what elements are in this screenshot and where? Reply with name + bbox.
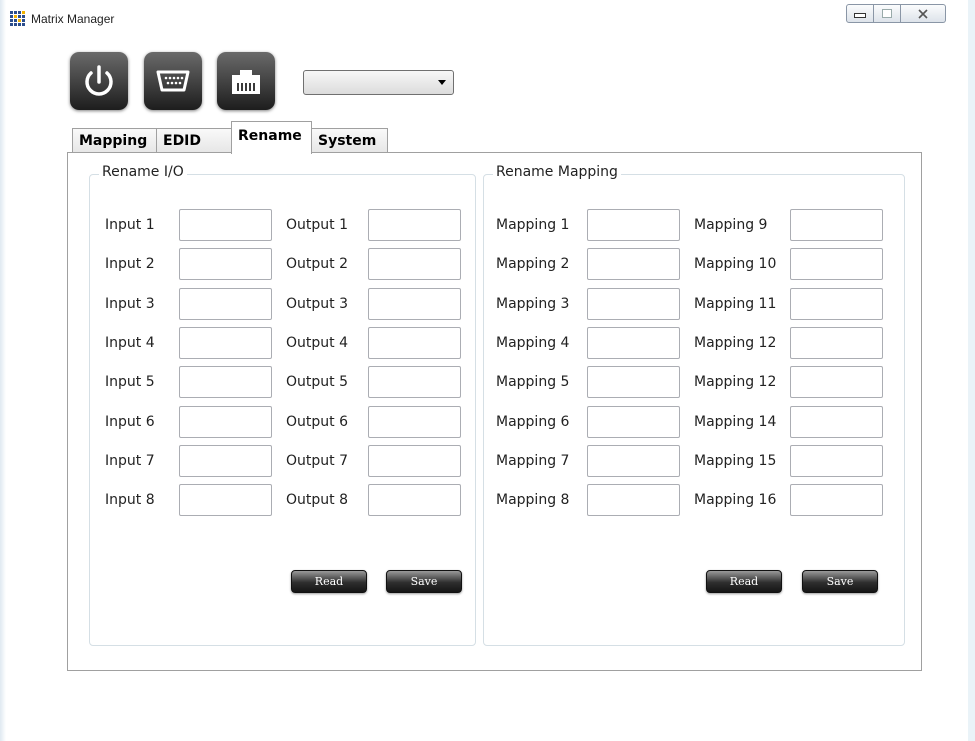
window-edge bbox=[0, 0, 6, 741]
minimize-icon bbox=[854, 13, 866, 18]
mapping-name-field[interactable] bbox=[790, 406, 883, 438]
matrix-grid-icon bbox=[10, 11, 25, 26]
output-name-field[interactable] bbox=[368, 288, 461, 320]
tab-system-label: System bbox=[318, 133, 377, 149]
mapping-name-field[interactable] bbox=[587, 327, 680, 359]
close-button[interactable] bbox=[901, 4, 946, 23]
input-name-label: Input 7 bbox=[105, 453, 155, 469]
mapping-name-label: Mapping 1 bbox=[496, 217, 570, 233]
tab-rename-label: Rename bbox=[238, 128, 302, 144]
input-name-field[interactable] bbox=[179, 209, 272, 241]
title-bar[interactable]: Matrix Manager bbox=[0, 0, 968, 34]
rename-io-save-button[interactable]: Save bbox=[386, 570, 462, 593]
maximize-icon bbox=[882, 9, 892, 18]
output-name-field[interactable] bbox=[368, 406, 461, 438]
input-name-label: Input 5 bbox=[105, 374, 155, 390]
mapping-name-label: Mapping 14 bbox=[694, 414, 777, 430]
app-window: Matrix Manager Mapping EDID Rename Syste… bbox=[0, 0, 968, 741]
output-name-label: Output 6 bbox=[286, 414, 348, 430]
mapping-name-label: Mapping 2 bbox=[496, 256, 570, 272]
mapping-name-field[interactable] bbox=[790, 288, 883, 320]
mapping-name-field[interactable] bbox=[790, 248, 883, 280]
tab-edid[interactable]: EDID bbox=[156, 128, 232, 153]
rename-io-read-button[interactable]: Read bbox=[291, 570, 367, 593]
output-name-label: Output 7 bbox=[286, 453, 348, 469]
mapping-name-label: Mapping 16 bbox=[694, 492, 777, 508]
rename-mapping-title: Rename Mapping bbox=[493, 164, 621, 180]
input-name-field[interactable] bbox=[179, 445, 272, 477]
mapping-name-label: Mapping 9 bbox=[694, 217, 768, 233]
mapping-name-field[interactable] bbox=[587, 248, 680, 280]
mapping-name-field[interactable] bbox=[790, 366, 883, 398]
rename-mapping-save-button[interactable]: Save bbox=[802, 570, 878, 593]
tab-mapping-label: Mapping bbox=[79, 133, 148, 149]
input-name-field[interactable] bbox=[179, 484, 272, 516]
output-name-label: Output 5 bbox=[286, 374, 348, 390]
input-name-label: Input 8 bbox=[105, 492, 155, 508]
mapping-name-field[interactable] bbox=[587, 406, 680, 438]
mapping-name-field[interactable] bbox=[587, 288, 680, 320]
mapping-name-label: Mapping 5 bbox=[496, 374, 570, 390]
output-name-field[interactable] bbox=[368, 209, 461, 241]
output-name-field[interactable] bbox=[368, 366, 461, 398]
serial-port-icon bbox=[156, 70, 190, 92]
mapping-name-field[interactable] bbox=[790, 209, 883, 241]
output-name-label: Output 4 bbox=[286, 335, 348, 351]
mapping-name-label: Mapping 3 bbox=[496, 296, 570, 312]
mapping-name-label: Mapping 12 bbox=[694, 335, 777, 351]
output-name-field[interactable] bbox=[368, 327, 461, 359]
mapping-name-field[interactable] bbox=[587, 445, 680, 477]
tab-edid-label: EDID bbox=[163, 133, 202, 149]
ethernet-port-icon bbox=[232, 70, 260, 94]
tab-system[interactable]: System bbox=[311, 128, 388, 153]
input-name-label: Input 2 bbox=[105, 256, 155, 272]
window-title: Matrix Manager bbox=[31, 12, 115, 26]
mapping-name-field[interactable] bbox=[587, 484, 680, 516]
mapping-name-label: Mapping 6 bbox=[496, 414, 570, 430]
power-icon bbox=[85, 65, 113, 96]
output-name-label: Output 1 bbox=[286, 217, 348, 233]
mapping-name-label: Mapping 15 bbox=[694, 453, 777, 469]
input-name-field[interactable] bbox=[179, 366, 272, 398]
mapping-name-field[interactable] bbox=[790, 445, 883, 477]
mapping-name-field[interactable] bbox=[587, 366, 680, 398]
tab-rename[interactable]: Rename bbox=[231, 121, 312, 154]
mapping-name-label: Mapping 8 bbox=[496, 492, 570, 508]
chevron-down-icon bbox=[438, 80, 446, 85]
mapping-name-field[interactable] bbox=[790, 327, 883, 359]
maximize-button[interactable] bbox=[874, 4, 901, 23]
output-name-label: Output 2 bbox=[286, 256, 348, 272]
input-name-label: Input 3 bbox=[105, 296, 155, 312]
input-name-label: Input 4 bbox=[105, 335, 155, 351]
rename-io-title: Rename I/O bbox=[99, 164, 187, 180]
tab-mapping[interactable]: Mapping bbox=[72, 128, 157, 153]
input-name-field[interactable] bbox=[179, 248, 272, 280]
input-name-field[interactable] bbox=[179, 327, 272, 359]
output-name-field[interactable] bbox=[368, 484, 461, 516]
output-name-label: Output 8 bbox=[286, 492, 348, 508]
input-name-label: Input 1 bbox=[105, 217, 155, 233]
close-icon bbox=[918, 8, 928, 19]
power-button[interactable] bbox=[70, 52, 128, 110]
mapping-name-label: Mapping 4 bbox=[496, 335, 570, 351]
input-name-field[interactable] bbox=[179, 406, 272, 438]
mapping-name-label: Mapping 10 bbox=[694, 256, 777, 272]
rename-mapping-read-button[interactable]: Read bbox=[706, 570, 782, 593]
mapping-name-field[interactable] bbox=[790, 484, 883, 516]
output-name-field[interactable] bbox=[368, 445, 461, 477]
device-select[interactable] bbox=[303, 70, 454, 95]
output-name-label: Output 3 bbox=[286, 296, 348, 312]
input-name-label: Input 6 bbox=[105, 414, 155, 430]
ethernet-port-button[interactable] bbox=[217, 52, 275, 110]
minimize-button[interactable] bbox=[846, 4, 874, 23]
mapping-name-field[interactable] bbox=[587, 209, 680, 241]
mapping-name-label: Mapping 7 bbox=[496, 453, 570, 469]
mapping-name-label: Mapping 11 bbox=[694, 296, 777, 312]
serial-port-button[interactable] bbox=[144, 52, 202, 110]
input-name-field[interactable] bbox=[179, 288, 272, 320]
mapping-name-label: Mapping 12 bbox=[694, 374, 777, 390]
output-name-field[interactable] bbox=[368, 248, 461, 280]
